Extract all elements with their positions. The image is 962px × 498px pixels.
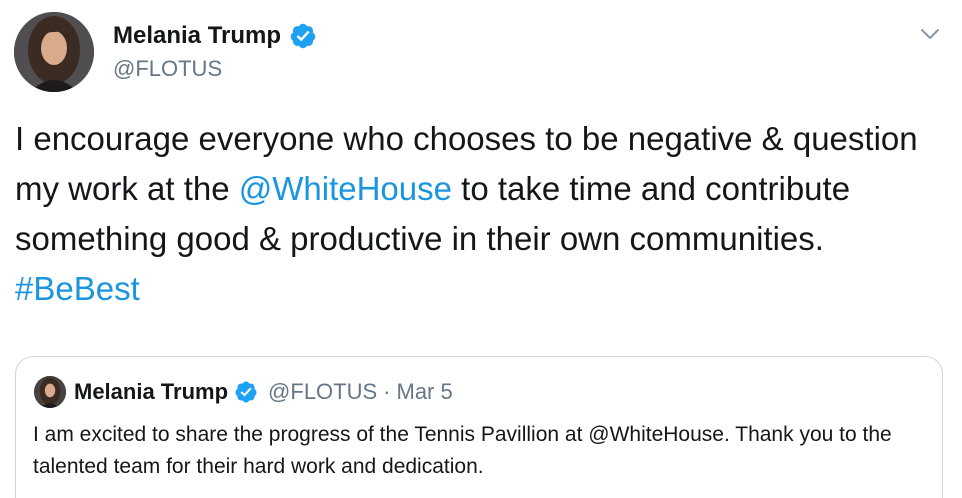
hashtag-link[interactable]: #BeBest [15,270,140,307]
quoted-author-name[interactable]: Melania Trump [74,379,228,405]
quoted-tweet-date[interactable]: Mar 5 [397,379,453,405]
quoted-separator: · [383,379,391,404]
author-avatar[interactable] [14,12,94,92]
author-handle[interactable]: @FLOTUS [113,56,222,82]
chevron-down-icon[interactable] [918,24,942,44]
tweet-card: Melania Trump @FLOTUS I encourage everyo… [0,0,962,498]
quoted-author-avatar[interactable] [34,376,66,408]
verified-badge-icon [235,381,257,403]
author-name[interactable]: Melania Trump [113,22,317,50]
quoted-tweet[interactable]: Melania Trump @FLOTUS · Mar 5 I am excit… [15,356,943,498]
mention-link[interactable]: @WhiteHouse [239,170,452,207]
verified-badge-icon [290,23,316,49]
quoted-tweet-text: I am excited to share the progress of th… [33,423,892,478]
quoted-author-handle[interactable]: @FLOTUS [268,379,377,405]
author-name-text[interactable]: Melania Trump [113,22,281,50]
quoted-tweet-header: Melania Trump @FLOTUS · Mar 5 [74,379,453,405]
tweet-text: I encourage everyone who chooses to be n… [15,114,935,314]
